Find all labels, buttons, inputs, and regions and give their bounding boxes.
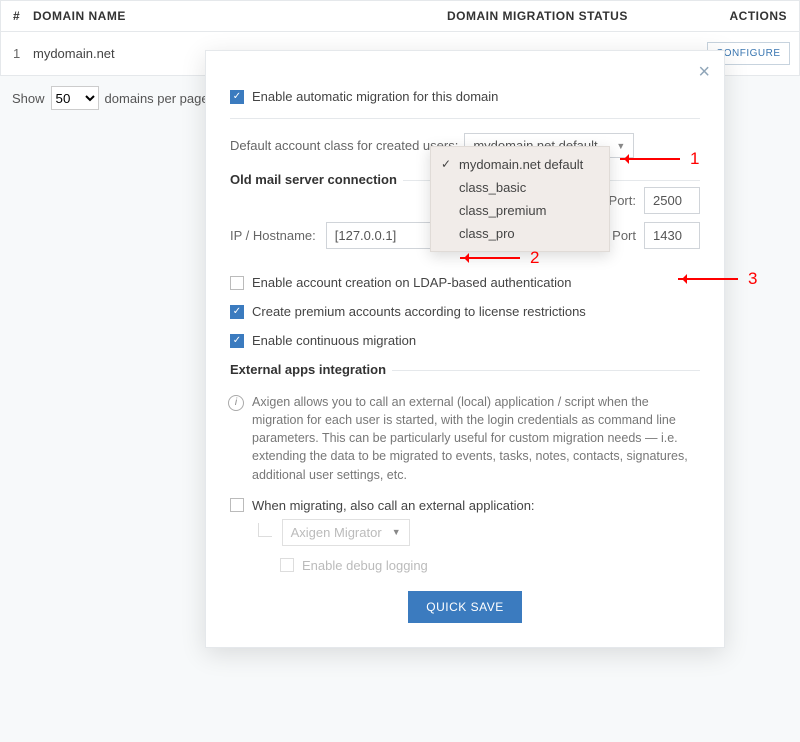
dropdown-option[interactable]: mydomain.net default	[431, 153, 609, 176]
col-domain-name: DOMAIN NAME	[33, 9, 447, 23]
default-class-label: Default account class for created users:	[230, 138, 458, 153]
annotation-3: 3	[678, 269, 757, 289]
smtp-port-input[interactable]	[644, 187, 700, 214]
dropdown-option[interactable]: class_premium	[431, 199, 609, 222]
continuous-migration-label: Enable continuous migration	[252, 333, 416, 348]
col-actions: ACTIONS	[707, 9, 787, 23]
row-num: 1	[13, 46, 33, 61]
premium-accounts-label: Create premium accounts according to lic…	[252, 304, 586, 319]
external-apps-note: i Axigen allows you to call an external …	[252, 393, 700, 484]
pager-show-label: Show	[12, 91, 45, 106]
imap-port-input[interactable]	[644, 222, 700, 249]
dropdown-option[interactable]: class_pro	[431, 222, 609, 245]
default-class-dropdown[interactable]: mydomain.net default class_basic class_p…	[430, 146, 610, 252]
enable-auto-migration-checkbox[interactable]: ✓	[230, 90, 244, 104]
close-icon[interactable]: ×	[698, 61, 710, 84]
old-mail-legend: Old mail server connection	[230, 172, 403, 187]
ldap-auth-checkbox[interactable]	[230, 276, 244, 290]
call-external-app-checkbox[interactable]	[230, 498, 244, 512]
debug-logging-label: Enable debug logging	[302, 558, 428, 573]
pager-count-select[interactable]: 50	[51, 86, 99, 110]
external-apps-legend: External apps integration	[230, 362, 392, 377]
annotation-1: 1	[620, 149, 699, 169]
ldap-auth-label: Enable account creation on LDAP-based au…	[252, 275, 571, 290]
quick-save-button[interactable]: QUICK SAVE	[408, 591, 521, 623]
enable-auto-migration-label: Enable automatic migration for this doma…	[252, 89, 498, 104]
call-external-app-label: When migrating, also call an external ap…	[252, 498, 535, 513]
migration-config-modal: × ✓ Enable automatic migration for this …	[205, 50, 725, 648]
annotation-2: 2	[460, 248, 539, 268]
continuous-migration-checkbox[interactable]: ✓	[230, 334, 244, 348]
col-num: #	[13, 9, 33, 23]
table-header: # DOMAIN NAME DOMAIN MIGRATION STATUS AC…	[0, 0, 800, 32]
col-migration-status: DOMAIN MIGRATION STATUS	[447, 9, 707, 23]
info-icon: i	[228, 395, 244, 411]
debug-logging-checkbox[interactable]	[280, 558, 294, 572]
pager-suffix: domains per page	[105, 91, 209, 106]
chevron-down-icon: ▼	[392, 527, 401, 537]
dropdown-option[interactable]: class_basic	[431, 176, 609, 199]
ip-hostname-label: IP / Hostname:	[230, 228, 316, 243]
external-app-select[interactable]: Axigen Migrator ▼	[282, 519, 410, 546]
premium-accounts-checkbox[interactable]: ✓	[230, 305, 244, 319]
